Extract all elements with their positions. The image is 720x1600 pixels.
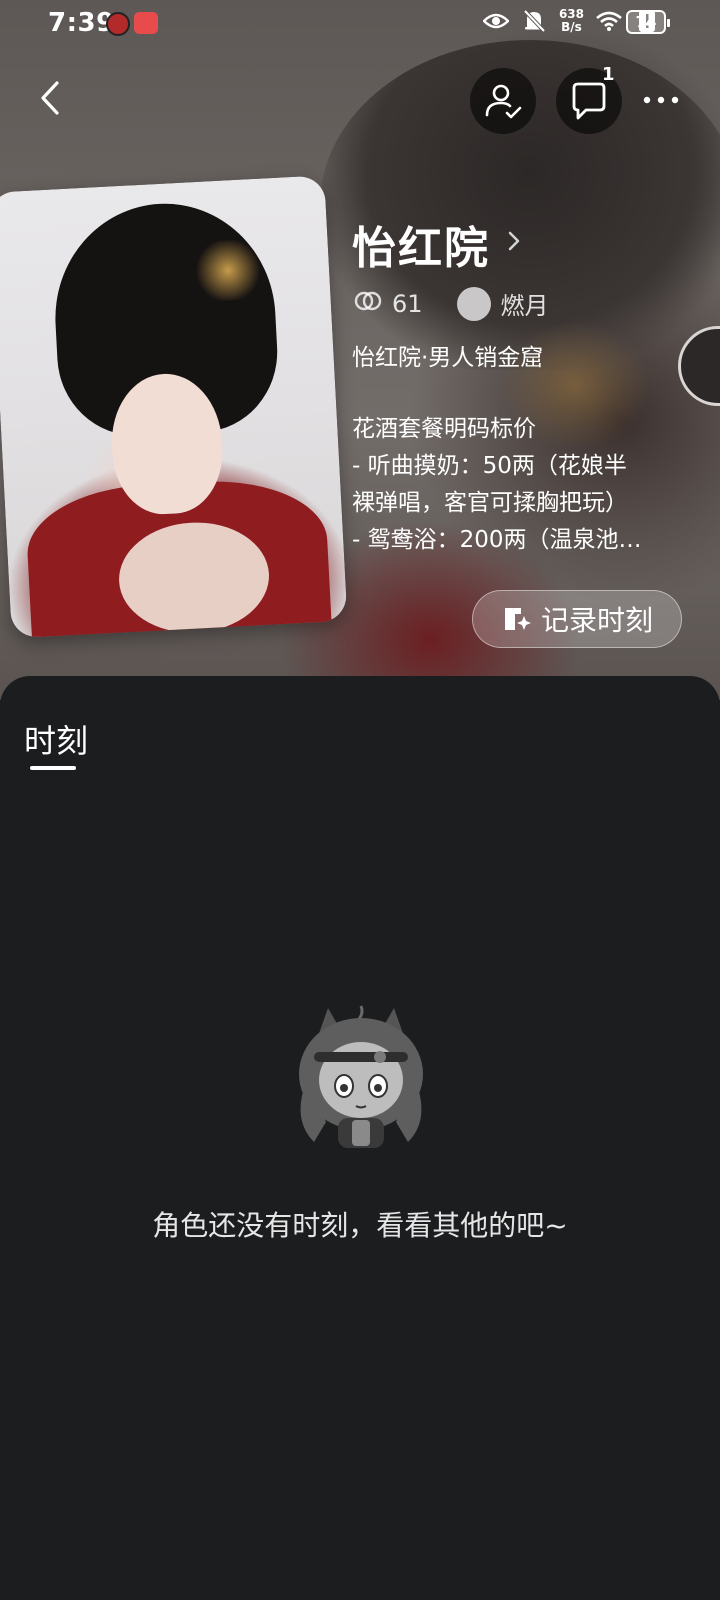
battery-indicator: 74	[626, 10, 670, 34]
record-moment-label: 记录时刻	[540, 604, 653, 637]
follow-button[interactable]	[470, 68, 536, 134]
character-tagline: 怡红院·男人销金窟	[352, 345, 544, 371]
creator-avatar[interactable]	[456, 286, 491, 321]
app-notification-icon	[106, 12, 130, 36]
character-cover-image[interactable]	[0, 175, 348, 639]
back-button[interactable]	[28, 76, 72, 120]
more-horizontal-icon	[643, 96, 679, 104]
character-name: 怡红院	[352, 223, 490, 274]
bio-line: - 听曲摸奶：50两（花娘半	[352, 453, 627, 479]
status-bar: 7:39 638 B/s 74	[0, 0, 720, 46]
bio-line: 裸弹唱，客官可揉胸把玩）	[352, 490, 628, 516]
chat-count-badge: 1	[602, 64, 615, 85]
active-tab-indicator	[30, 766, 76, 770]
character-meta: 61 燃月	[354, 286, 549, 321]
character-name-link[interactable]: 怡红院	[352, 212, 520, 276]
sparkle-edit-icon	[504, 608, 531, 630]
status-time: 7:39	[48, 8, 115, 38]
chevron-right-icon	[508, 231, 520, 257]
shopping-app-notification-icon	[134, 12, 158, 34]
chat-bubble-icon	[572, 82, 606, 120]
cover-art-hairpin	[191, 238, 265, 303]
more-options-button[interactable]	[636, 80, 686, 120]
eye-icon	[482, 8, 509, 34]
record-moment-button[interactable]: 记录时刻	[472, 590, 682, 648]
wifi-icon	[596, 8, 622, 34]
user-check-icon	[485, 84, 522, 119]
empty-state-message: 角色还没有时刻，看看其他的吧~	[152, 1209, 568, 1242]
bell-muted-icon	[521, 8, 547, 34]
network-speed: 638 B/s	[559, 8, 584, 34]
bio-line: - 鸳鸯浴：200两（温泉池…	[352, 527, 642, 553]
moments-panel: 时刻 角色还没有时刻，看看其他的吧~	[0, 676, 720, 1600]
tab-moments[interactable]: 时刻	[24, 716, 88, 762]
stat-count: 61	[392, 289, 423, 318]
chevron-left-icon	[41, 81, 59, 115]
link-chain-icon	[354, 290, 382, 318]
character-description[interactable]: 怡红院·男人销金窟 花酒套餐明码标价 - 听曲摸奶：50两（花娘半 裸弹唱，客官…	[352, 340, 692, 559]
bio-line: 花酒套餐明码标价	[352, 416, 536, 442]
creator-name[interactable]: 燃月	[501, 286, 549, 321]
network-speed-unit: B/s	[561, 20, 582, 34]
empty-state-illustration	[299, 1005, 423, 1148]
